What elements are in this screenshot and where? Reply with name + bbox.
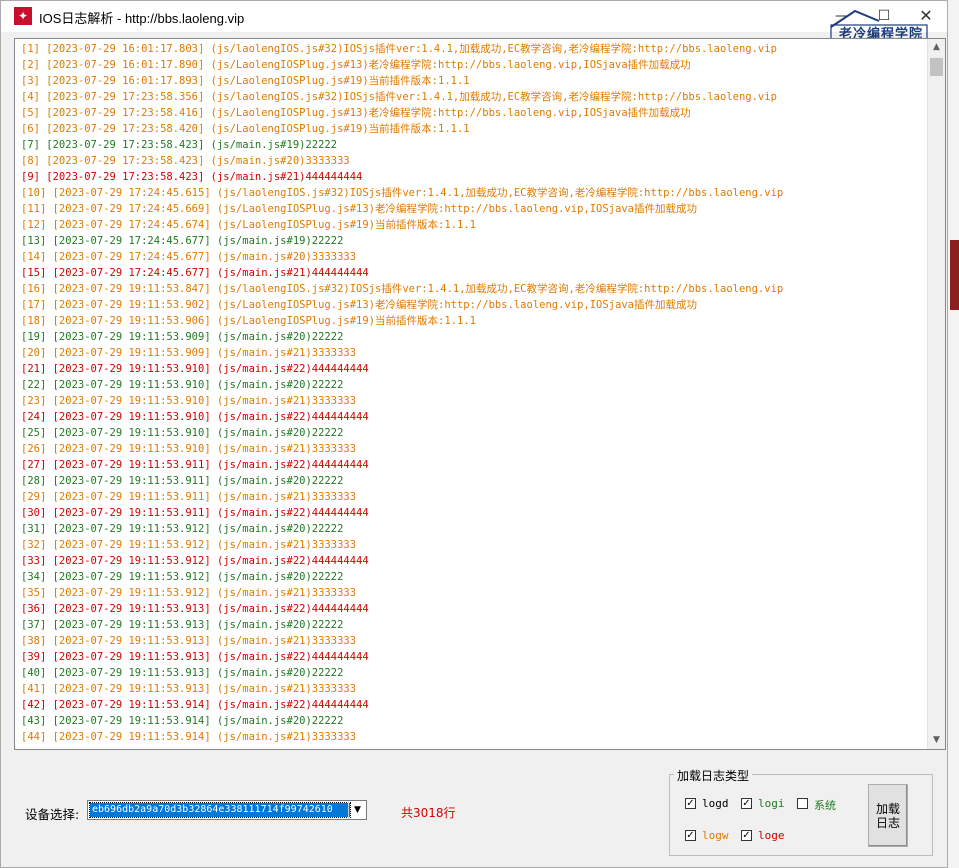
log-line: [29] [2023-07-29 19:11:53.911] (js/main.…	[21, 491, 357, 503]
log-line: [38] [2023-07-29 19:11:53.913] (js/main.…	[21, 635, 357, 647]
checkbox-label: logw	[702, 829, 729, 842]
checkbox-label: logd	[702, 797, 729, 810]
vertical-scrollbar[interactable]: ▲ ▼	[927, 39, 945, 749]
device-select[interactable]: eb696db2a9a70d3b32864e338111714f99742610…	[87, 800, 367, 820]
log-line: [7] [2023-07-29 17:23:58.423] (js/main.j…	[21, 139, 338, 151]
log-line: [11] [2023-07-29 17:24:45.669] (js/Laole…	[21, 203, 697, 215]
log-line: [3] [2023-07-29 16:01:17.893] (js/Laolen…	[21, 75, 470, 87]
log-line: [40] [2023-07-29 19:11:53.913] (js/main.…	[21, 667, 344, 679]
log-line: [16] [2023-07-29 19:11:53.847] (js/laole…	[21, 283, 784, 295]
title-bar[interactable]: ✦ IOS日志解析 - http://bbs.laoleng.vip — ☐ ✕	[1, 1, 947, 32]
background-window-fragment	[950, 240, 959, 310]
log-line: [35] [2023-07-29 19:11:53.912] (js/main.…	[21, 587, 357, 599]
checkbox-box[interactable]: ✓	[741, 798, 752, 809]
log-line: [9] [2023-07-29 17:23:58.423] (js/main.j…	[21, 171, 363, 183]
load-log-button[interactable]: 加载日志	[868, 784, 908, 847]
log-line: [10] [2023-07-29 17:24:45.615] (js/laole…	[21, 187, 784, 199]
log-line: [21] [2023-07-29 19:11:53.910] (js/main.…	[21, 363, 369, 375]
log-line: [4] [2023-07-29 17:23:58.356] (js/laolen…	[21, 91, 777, 103]
log-line: [31] [2023-07-29 19:11:53.912] (js/main.…	[21, 523, 344, 535]
log-line: [26] [2023-07-29 19:11:53.910] (js/main.…	[21, 443, 357, 455]
log-line: [5] [2023-07-29 17:23:58.416] (js/Laolen…	[21, 107, 691, 119]
log-line: [33] [2023-07-29 19:11:53.912] (js/main.…	[21, 555, 369, 567]
log-line: [25] [2023-07-29 19:11:53.910] (js/main.…	[21, 427, 344, 439]
log-line: [28] [2023-07-29 19:11:53.911] (js/main.…	[21, 475, 344, 487]
scroll-down-icon[interactable]: ▼	[928, 732, 945, 749]
log-line: [27] [2023-07-29 19:11:53.911] (js/main.…	[21, 459, 369, 471]
log-line: [22] [2023-07-29 19:11:53.910] (js/main.…	[21, 379, 344, 391]
checkbox-label: 系统	[814, 799, 836, 812]
log-line: [14] [2023-07-29 17:24:45.677] (js/main.…	[21, 251, 357, 263]
log-line: [37] [2023-07-29 19:11:53.913] (js/main.…	[21, 619, 344, 631]
checkbox-label: loge	[758, 829, 785, 842]
log-line: [2] [2023-07-29 16:01:17.890] (js/Laolen…	[21, 59, 691, 71]
device-label: 设备选择:	[25, 807, 80, 822]
log-line: [41] [2023-07-29 19:11:53.913] (js/main.…	[21, 683, 357, 695]
log-line: [23] [2023-07-29 19:11:53.910] (js/main.…	[21, 395, 357, 407]
checkbox-box[interactable]: ✓	[741, 830, 752, 841]
log-type-group-title: 加载日志类型	[674, 767, 753, 784]
log-text-area[interactable]: [1] [2023-07-29 16:01:17.803] (js/laolen…	[14, 38, 946, 750]
scroll-up-icon[interactable]: ▲	[928, 39, 945, 56]
log-line: [32] [2023-07-29 19:11:53.912] (js/main.…	[21, 539, 357, 551]
log-line: [13] [2023-07-29 17:24:45.677] (js/main.…	[21, 235, 344, 247]
checkbox-label: logi	[758, 797, 785, 810]
background-window-edge-right	[948, 0, 959, 868]
log-line: [6] [2023-07-29 17:23:58.420] (js/Laolen…	[21, 123, 470, 135]
main-window: ✦ IOS日志解析 - http://bbs.laoleng.vip — ☐ ✕…	[0, 0, 948, 868]
log-line: [8] [2023-07-29 17:23:58.423] (js/main.j…	[21, 155, 350, 167]
log-line: [17] [2023-07-29 19:11:53.902] (js/Laole…	[21, 299, 697, 311]
log-line: [19] [2023-07-29 19:11:53.909] (js/main.…	[21, 331, 344, 343]
device-selected-value[interactable]: eb696db2a9a70d3b32864e338111714f99742610	[89, 802, 351, 818]
checkbox-box[interactable]: ✓	[685, 798, 696, 809]
log-line: [43] [2023-07-29 19:11:53.914] (js/main.…	[21, 715, 344, 727]
log-lines: [1] [2023-07-29 16:01:17.803] (js/laolen…	[21, 41, 927, 745]
log-line: [30] [2023-07-29 19:11:53.911] (js/main.…	[21, 507, 369, 519]
log-line: [20] [2023-07-29 19:11:53.909] (js/main.…	[21, 347, 357, 359]
log-line: [39] [2023-07-29 19:11:53.913] (js/main.…	[21, 651, 369, 663]
log-line: [44] [2023-07-29 19:11:53.914] (js/main.…	[21, 731, 357, 743]
log-line: [18] [2023-07-29 19:11:53.906] (js/Laole…	[21, 315, 476, 327]
chevron-down-icon[interactable]: ▼	[348, 801, 366, 819]
window-title: IOS日志解析 - http://bbs.laoleng.vip	[39, 11, 245, 26]
scrollbar-thumb[interactable]	[930, 58, 943, 76]
app-icon: ✦	[14, 7, 32, 25]
checkbox-box[interactable]	[797, 798, 808, 809]
log-line: [1] [2023-07-29 16:01:17.803] (js/laolen…	[21, 43, 777, 55]
log-line: [12] [2023-07-29 17:24:45.674] (js/Laole…	[21, 219, 476, 231]
log-line: [42] [2023-07-29 19:11:53.914] (js/main.…	[21, 699, 369, 711]
line-count: 共3018行	[401, 806, 456, 820]
log-line: [36] [2023-07-29 19:11:53.913] (js/main.…	[21, 603, 369, 615]
checkbox-box[interactable]: ✓	[685, 830, 696, 841]
log-line: [24] [2023-07-29 19:11:53.910] (js/main.…	[21, 411, 369, 423]
log-line: [15] [2023-07-29 17:24:45.677] (js/main.…	[21, 267, 369, 279]
log-line: [34] [2023-07-29 19:11:53.912] (js/main.…	[21, 571, 344, 583]
